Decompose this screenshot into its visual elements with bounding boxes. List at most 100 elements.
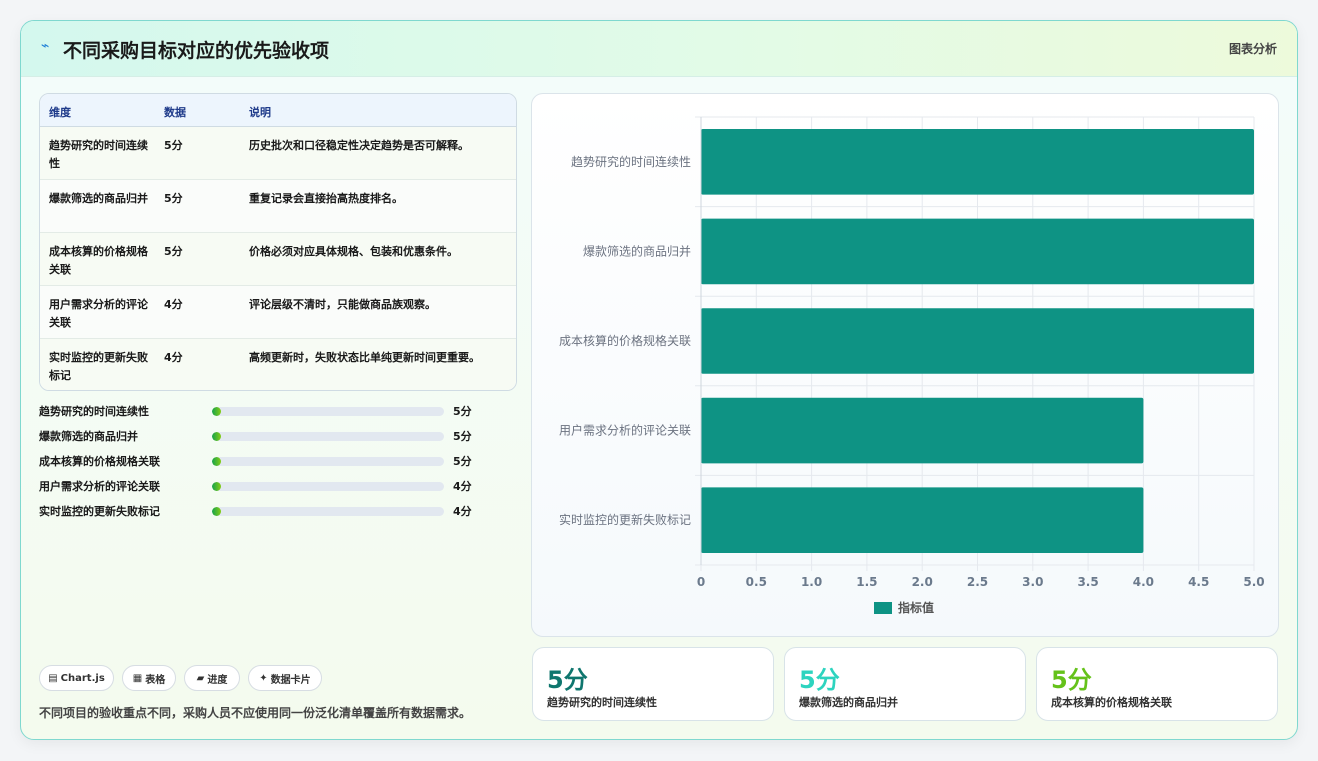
table-row: 爆款筛选的商品归并 5分 重复记录会直接抬高热度排名。: [40, 180, 516, 233]
chip-label: 数据卡片: [270, 674, 311, 686]
x-tick-label: 3.0: [1022, 575, 1043, 589]
table-row: 趋势研究的时间连续性 5分 历史批次和口径稳定性决定趋势是否可解释。: [40, 127, 516, 180]
stat-label: 爆款筛选的商品归并: [799, 696, 898, 709]
progress-value: 4分: [453, 480, 472, 493]
progress-fill: [212, 482, 222, 491]
progress-row: 用户需求分析的评论关联 4分: [39, 477, 499, 495]
chart-panel: 0 0.5 1.0 1.5 2.0 2.5 3.0 3.5 4.0 4.5 5.0 趋势研究的时间连续…: [531, 93, 1279, 637]
chart-icon: ▤: [48, 672, 58, 684]
table-cell-data: 5分: [164, 192, 183, 205]
table-cell-dimension: 成本核算的价格规格关联: [49, 245, 148, 276]
progress-value: 5分: [453, 405, 472, 418]
chip-label: Chart.js: [60, 672, 105, 684]
chip-chartjs[interactable]: ▤ Chart.js: [39, 665, 114, 691]
progress-value: 4分: [453, 505, 472, 518]
stat-label: 成本核算的价格规格关联: [1051, 696, 1172, 709]
stat-card: 5分 爆款筛选的商品归并: [784, 647, 1026, 721]
legend-swatch: [874, 602, 892, 614]
table-cell-data: 5分: [164, 139, 183, 152]
x-tick-label: 0: [697, 575, 705, 589]
progress-track: [212, 507, 444, 516]
progress-label: 爆款筛选的商品归并: [39, 430, 138, 443]
chart-icon: ⌁: [41, 38, 50, 54]
table-cell-description: 评论层级不清时，只能做商品族观察。: [249, 298, 436, 311]
bar: [701, 308, 1254, 374]
chart-analysis-tag: 图表分析: [1228, 42, 1277, 56]
chip-label: 进度: [207, 674, 228, 686]
y-tick-label: 成本核算的价格规格关联: [559, 333, 691, 348]
stat-value: 5分: [1051, 666, 1092, 694]
progress-row: 趋势研究的时间连续性 5分: [39, 402, 499, 420]
table-cell-data: 4分: [164, 351, 183, 364]
table-header: 维度 数据 说明: [40, 94, 516, 127]
x-tick-label: 4.0: [1133, 575, 1154, 589]
progress-label: 趋势研究的时间连续性: [39, 405, 149, 418]
x-tick-label: 2.0: [912, 575, 933, 589]
progress-row: 实时监控的更新失败标记 4分: [39, 502, 499, 520]
table-cell-dimension: 爆款筛选的商品归并: [49, 192, 148, 205]
table-cell-dimension: 趋势研究的时间连续性: [49, 139, 148, 170]
progress-value: 5分: [453, 455, 472, 468]
y-tick-label: 用户需求分析的评论关联: [559, 423, 691, 438]
chip-data-card[interactable]: ✦ 数据卡片: [248, 665, 322, 691]
x-tick-label: 1.5: [856, 575, 877, 589]
progress-fill: [212, 507, 222, 516]
chip-label: 表格: [145, 674, 166, 686]
progress-track: [212, 407, 444, 416]
progress-row: 爆款筛选的商品归并 5分: [39, 427, 499, 445]
table-row: 实时监控的更新失败标记 4分 高频更新时，失败状态比单纯更新时间更重要。: [40, 339, 516, 390]
bar: [701, 129, 1254, 195]
column-header-data: 数据: [164, 106, 186, 119]
progress-track: [212, 457, 444, 466]
chip-progress[interactable]: ▰ 进度: [184, 665, 240, 691]
table-icon: ▦: [132, 672, 143, 684]
bar: [701, 218, 1254, 285]
progress-fill: [212, 457, 222, 466]
stat-value: 5分: [547, 666, 588, 694]
stat-card: 5分 成本核算的价格规格关联: [1036, 647, 1278, 721]
table-cell-data: 5分: [164, 245, 183, 258]
data-table: 维度 数据 说明 趋势研究的时间连续性 5分 历史批次和口径稳定性决定趋势是否可…: [39, 93, 517, 391]
x-tick-label: 0.5: [746, 575, 767, 589]
x-tick-label: 2.5: [967, 575, 988, 589]
progress-value: 5分: [453, 430, 472, 443]
progress-row: 成本核算的价格规格关联 5分: [39, 452, 499, 470]
table-cell-data: 4分: [164, 298, 183, 311]
bar: [701, 397, 1144, 464]
x-tick-label: 4.5: [1188, 575, 1209, 589]
table-cell-description: 高频更新时，失败状态比单纯更新时间更重要。: [249, 351, 480, 364]
y-tick-label: 实时监控的更新失败标记: [559, 512, 691, 527]
progress-fill: [212, 432, 222, 441]
sparkle-icon: ✦: [259, 672, 268, 684]
column-header-description: 说明: [249, 106, 271, 119]
page-title: 不同采购目标对应的优先验收项: [63, 40, 330, 62]
progress-label: 成本核算的价格规格关联: [39, 455, 160, 468]
bar-chart: 0 0.5 1.0 1.5 2.0 2.5 3.0 3.5 4.0 4.5 5.0 趋势研究的时间连续…: [559, 116, 1265, 615]
x-tick-label: 3.5: [1077, 575, 1098, 589]
stat-value: 5分: [799, 666, 840, 694]
chip-table[interactable]: ▦ 表格: [122, 665, 176, 691]
progress-label: 用户需求分析的评论关联: [39, 480, 160, 493]
footnote: 不同项目的验收重点不同，采购人员不应使用同一份泛化清单覆盖所有数据需求。: [39, 706, 472, 720]
column-header-dimension: 维度: [49, 106, 71, 119]
table-cell-description: 重复记录会直接抬高热度排名。: [249, 192, 403, 205]
table-cell-dimension: 用户需求分析的评论关联: [49, 298, 148, 329]
table-row: 用户需求分析的评论关联 4分 评论层级不清时，只能做商品族观察。: [40, 286, 516, 339]
table-cell-description: 历史批次和口径稳定性决定趋势是否可解释。: [249, 139, 469, 152]
x-tick-label: 1.0: [801, 575, 822, 589]
progress-track: [212, 432, 444, 441]
stat-card: 5分 趋势研究的时间连续性: [532, 647, 774, 721]
table-cell-dimension: 实时监控的更新失败标记: [49, 351, 148, 382]
progress-icon: ▰: [196, 672, 205, 684]
progress-label: 实时监控的更新失败标记: [39, 505, 160, 518]
y-tick-label: 爆款筛选的商品归并: [583, 243, 691, 258]
header: ⌁ 不同采购目标对应的优先验收项 图表分析: [21, 21, 1297, 77]
x-tick-label: 5.0: [1243, 575, 1264, 589]
y-tick-label: 趋势研究的时间连续性: [571, 154, 691, 169]
bar: [701, 487, 1144, 553]
progress-track: [212, 482, 444, 491]
stat-label: 趋势研究的时间连续性: [547, 696, 657, 709]
table-cell-description: 价格必须对应具体规格、包装和优惠条件。: [249, 245, 458, 258]
progress-fill: [212, 407, 222, 416]
legend-label: 指标值: [898, 600, 934, 615]
